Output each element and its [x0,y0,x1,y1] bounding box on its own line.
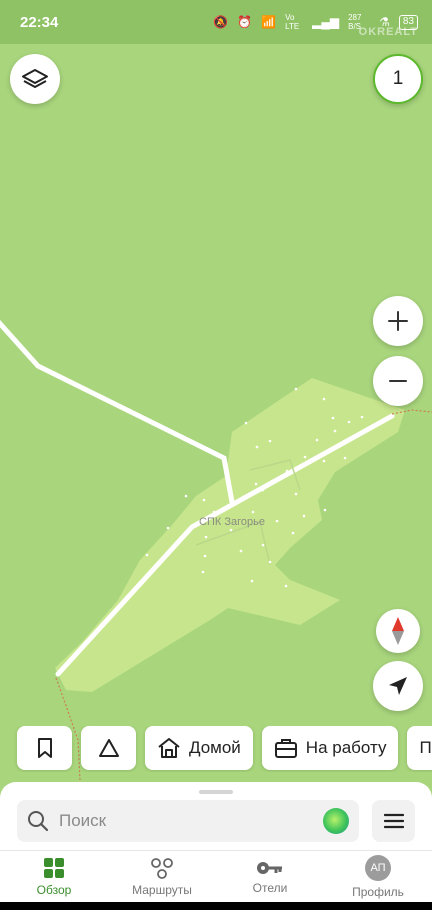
more-chip-label: По [419,738,432,757]
tab-label: Обзор [36,882,72,897]
layers-button[interactable] [10,54,60,104]
layers-icon [22,69,48,88]
watermark: OKREALT [358,26,418,38]
search-icon [28,811,49,832]
route-icon [151,857,173,879]
grid-icon [44,857,64,878]
tab-routes[interactable]: Маршруты [108,851,216,902]
compass-button[interactable] [376,609,420,653]
key-icon [257,861,282,874]
counter-button[interactable]: 1 [373,54,423,104]
alarm-icon: ⏰ [237,15,253,29]
bottom-tab-bar: Обзор Маршруты Отели АП Профиль [0,850,432,902]
hamburger-icon [383,813,404,829]
system-nav-bar [0,902,432,910]
search-placeholder: Поиск [59,811,107,830]
tab-hotels[interactable]: Отели [216,851,324,902]
plus-icon [388,311,408,331]
home-chip-label: Домой [189,738,241,757]
navigator-chip[interactable] [81,726,136,770]
network-type: Vo LTE [285,13,300,31]
tab-label: Маршруты [132,882,192,897]
home-icon [158,738,180,758]
map-background [0,44,432,910]
wifi-icon: 📶 [261,15,277,29]
bookmarks-chip[interactable] [17,726,72,770]
tab-profile[interactable]: АП Профиль [324,851,432,902]
my-location-button[interactable] [373,661,423,711]
work-chip-label: На работу [305,738,387,757]
signal-icon: ▂▄▆ [312,15,340,29]
zoom-out-button[interactable] [373,356,423,406]
zoom-in-button[interactable] [373,296,423,346]
mute-icon: 🔕 [213,15,229,29]
quick-actions: Домой На работу По [0,726,432,772]
status-bar: 22:34 🔕 ⏰ 📶 Vo LTE ▂▄▆ 287 B/S ⚗ 83 OKRE… [0,0,432,44]
work-chip[interactable]: На работу [261,726,399,770]
triangle-icon [98,739,119,757]
settlement-label[interactable]: СПК Загорье [199,516,265,528]
minus-icon [389,380,407,382]
home-chip[interactable]: Домой [145,726,253,770]
status-time: 22:34 [20,13,59,31]
sheet-handle[interactable] [199,790,233,794]
map-canvas[interactable]: СПК Загорье [0,44,432,910]
tab-label: Профиль [352,884,404,899]
avatar: АП [365,854,391,881]
tab-overview[interactable]: Обзор [0,851,108,902]
tab-label: Отели [252,880,288,895]
menu-button[interactable] [372,800,415,842]
compass-icon [392,617,404,645]
search-input[interactable]: Поиск [17,800,359,842]
bookmark-icon [37,738,52,758]
more-chip[interactable]: По [407,726,432,770]
navigation-arrow-icon [389,677,407,695]
voice-assistant-icon[interactable] [323,808,349,834]
briefcase-icon [274,739,297,758]
